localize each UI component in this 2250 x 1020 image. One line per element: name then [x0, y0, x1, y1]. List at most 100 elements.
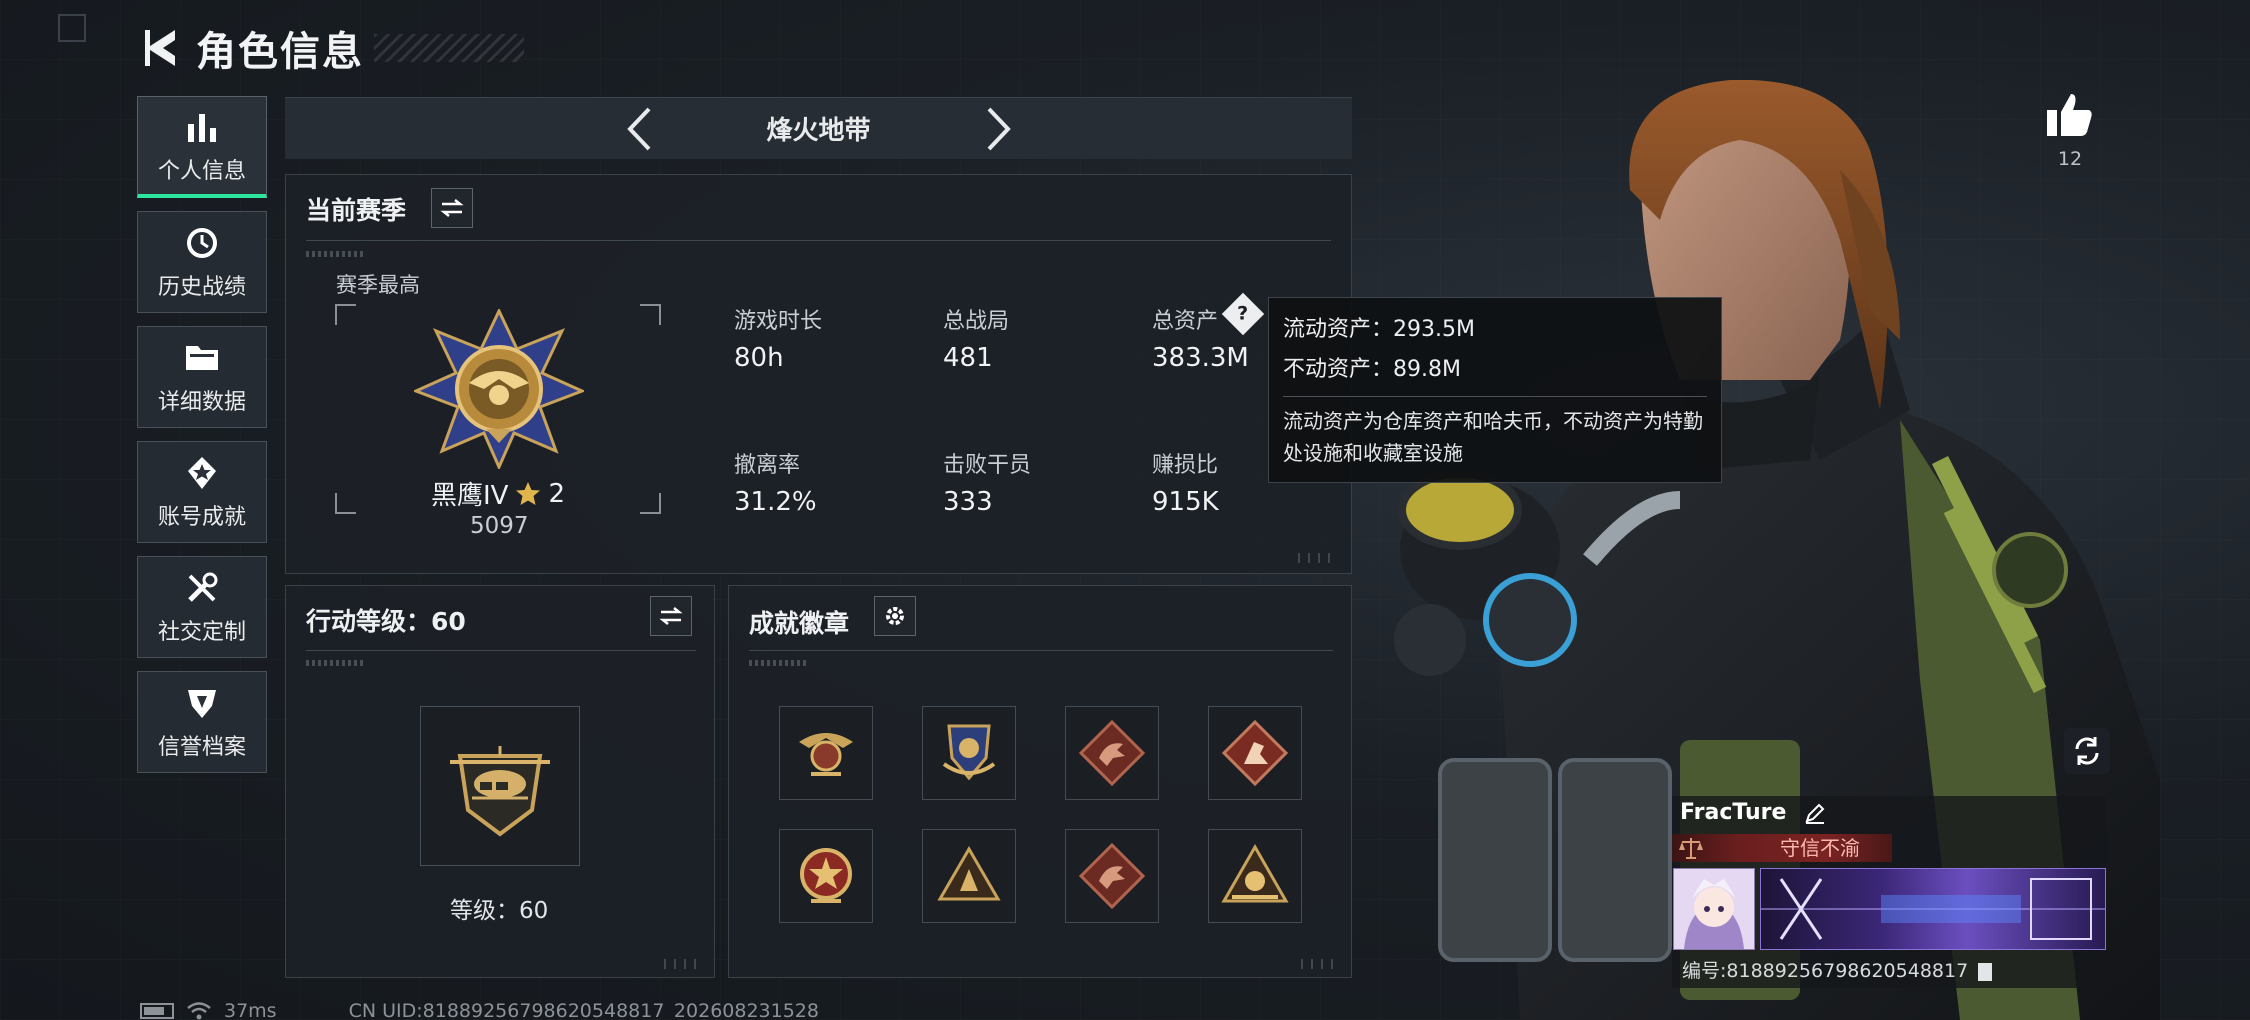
- level-text: 等级：60: [450, 898, 549, 924]
- rank-name-text: 黑鹰IV: [431, 481, 509, 511]
- dots-decoration: [306, 251, 366, 257]
- stat-value: 383.3M: [1152, 343, 1249, 373]
- page-title: 角色信息: [196, 29, 364, 75]
- thumbs-up-icon: [2047, 94, 2092, 136]
- stat-value: 31.2%: [734, 487, 817, 517]
- divider: [749, 650, 1333, 651]
- sidebar-item-detailed-data[interactable]: 详细数据: [137, 326, 267, 428]
- sidebar-item-reputation[interactable]: 信誉档案: [137, 671, 267, 773]
- wifi-icon: [187, 1002, 211, 1020]
- switch-season-button[interactable]: [431, 188, 473, 228]
- back-button[interactable]: [138, 22, 182, 74]
- like-widget[interactable]: 12: [2040, 90, 2100, 170]
- level-emblem-frame: [420, 706, 580, 866]
- season-panel-title: 当前赛季: [306, 196, 407, 225]
- switch-level-button[interactable]: [650, 596, 692, 636]
- achievement-badge[interactable]: [1208, 829, 1302, 923]
- history-icon: [185, 223, 219, 263]
- sidebar-item-label: 个人信息: [157, 158, 246, 184]
- dots-decoration: [306, 660, 366, 666]
- dragon-diamond-badge-icon: [1078, 842, 1146, 910]
- edit-icon[interactable]: [1804, 802, 1826, 824]
- stat-label: 撤离率: [734, 453, 801, 478]
- player-card: FracTure 守信不渝 编号:818892: [1672, 796, 2106, 988]
- dots-decoration: [749, 660, 809, 666]
- player-uid: 编号:8188925679862054881​7: [1682, 956, 1993, 983]
- tooltip-fixed-assets: 不动资产：89.8M: [1283, 357, 1461, 382]
- player-name: FracTure: [1680, 800, 1826, 825]
- player-uid-text: 编号:8188925679862054881​7: [1682, 960, 1969, 982]
- bar-chart-icon: [185, 107, 219, 147]
- avatar-image: [1674, 869, 1754, 949]
- refresh-icon: [2075, 737, 2099, 765]
- stat-label: 总战局: [943, 309, 1010, 334]
- skull-triangle-badge-icon: [1221, 843, 1289, 903]
- rank-name: 黑鹰IV 2: [431, 475, 565, 512]
- badge-panel: 成就徽章: [728, 585, 1352, 978]
- question-icon: ?: [1237, 303, 1249, 325]
- dragon-diamond-badge-icon: [1078, 719, 1146, 787]
- rank-points: 5097: [470, 513, 529, 539]
- achievement-badge[interactable]: [1065, 706, 1159, 800]
- corner-marks: [1301, 959, 1341, 969]
- level-panel: 行动等级：60 等级：60: [285, 585, 715, 978]
- player-banner: [1760, 868, 2106, 950]
- achievement-badge[interactable]: [779, 706, 873, 800]
- achievement-badge[interactable]: [1065, 829, 1159, 923]
- achievement-icon: [185, 453, 219, 493]
- gear-icon: [886, 607, 904, 625]
- tooltip-description: 流动资产为仓库资产和哈夫币，不动资产为特勤处设施和收藏室设施: [1283, 409, 1703, 465]
- asset-tooltip: 流动资产：293.5M 不动资产：89.8M 流动资产为仓库资产和哈夫币，不动资…: [1268, 297, 1722, 483]
- star-medal-badge-icon: [800, 848, 852, 903]
- status-bar: 37ms CN UID:8188925679862054881​7_202608…: [140, 1000, 819, 1020]
- stat-value: 481: [943, 343, 993, 373]
- corner-decoration: [58, 14, 86, 42]
- achievement-badge[interactable]: [922, 706, 1016, 800]
- helicopter-emblem-icon: [450, 746, 550, 837]
- copy-icon[interactable]: [1978, 962, 1993, 981]
- sidebar-item-history[interactable]: 历史战绩: [137, 211, 267, 313]
- scales-icon: [1679, 838, 1703, 859]
- sidebar-item-label: 账号成就: [157, 505, 246, 530]
- level-panel-title: 行动等级：60: [306, 607, 466, 636]
- stat-value: 915K: [1152, 487, 1219, 517]
- sidebar-item-personal-info[interactable]: 个人信息: [137, 96, 267, 198]
- shield-badge-icon: [185, 683, 219, 723]
- rank-emblem-icon: [414, 309, 584, 469]
- back-arrow-icon: [145, 30, 175, 66]
- stat-label: 赚损比: [1152, 453, 1219, 478]
- sidebar-item-social[interactable]: 社交定制: [137, 556, 267, 658]
- player-title: 守信不渝: [1780, 836, 1860, 860]
- sidebar-item-label: 历史战绩: [157, 275, 246, 300]
- asset-help-button[interactable]: ?: [1221, 292, 1265, 336]
- shield-wings-badge-icon: [942, 724, 996, 781]
- title-decoration: [374, 34, 524, 62]
- prev-mode-button[interactable]: [614, 104, 664, 154]
- folder-icon: [184, 338, 220, 378]
- tools-icon: [185, 568, 219, 608]
- avatar[interactable]: [1673, 868, 1755, 950]
- sidebar-item-achievements[interactable]: 账号成就: [137, 441, 267, 543]
- next-mode-button[interactable]: [974, 104, 1024, 154]
- stat-value: 80h: [734, 343, 784, 373]
- eagle-badge-icon: [799, 733, 853, 776]
- corner-marks: [664, 959, 704, 969]
- rank-caption: 赛季最高: [336, 273, 420, 297]
- achievement-badge[interactable]: [922, 829, 1016, 923]
- uid-footer: CN UID:8188925679862054881​7_20260823152…: [348, 1000, 819, 1020]
- tooltip-liquid-assets: 流动资产：293.5M: [1283, 317, 1475, 342]
- chevron-left-icon: [626, 107, 650, 150]
- badge-settings-button[interactable]: [874, 596, 916, 636]
- player-name-text: FracTure: [1680, 800, 1787, 825]
- star-icon: [516, 481, 541, 505]
- tooltip-divider: [1283, 396, 1707, 397]
- swap-icon: [440, 199, 464, 217]
- rotate-character-button[interactable]: [2064, 728, 2110, 774]
- page-header: 角色信息: [138, 18, 524, 78]
- swap-icon: [659, 607, 683, 625]
- achievement-badge[interactable]: [779, 829, 873, 923]
- achievement-badge[interactable]: [1208, 706, 1302, 800]
- stat-value: 333: [943, 487, 993, 517]
- player-title-bar: 守信不渝: [1672, 834, 1892, 862]
- like-count: 12: [2057, 148, 2083, 170]
